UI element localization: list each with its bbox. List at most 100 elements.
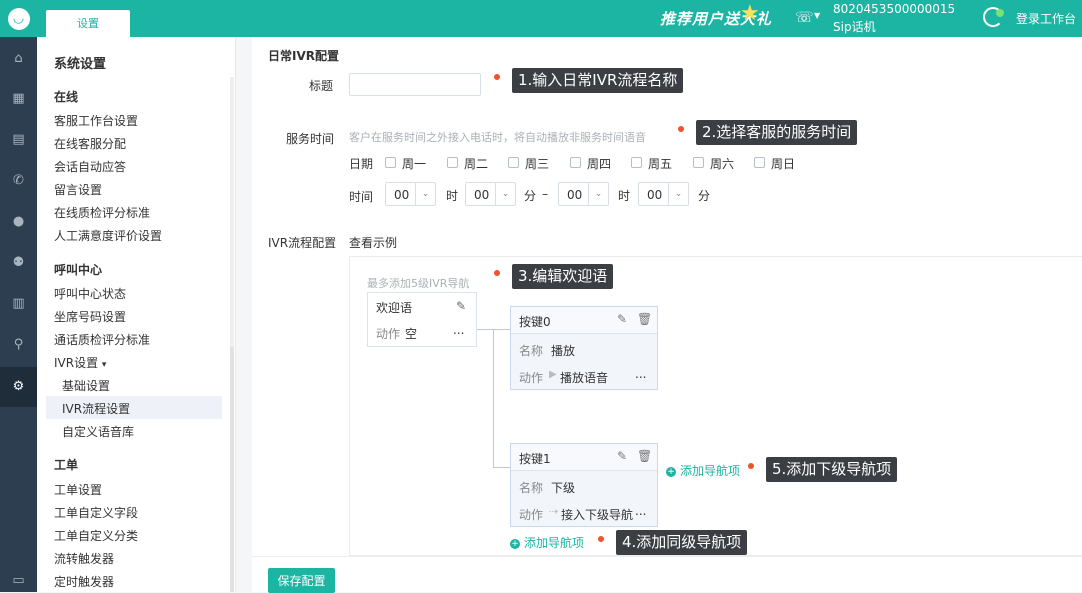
sidebar-item-call-qa[interactable]: 通话质检评分标准 — [54, 331, 150, 348]
more-icon[interactable]: ... — [453, 323, 464, 337]
annotation-3: 3.编辑欢迎语 — [512, 264, 614, 289]
sidebar-item-timer-trigger[interactable]: 定时触发器 — [54, 573, 114, 590]
phone-icon[interactable]: ☏ — [795, 8, 814, 26]
annotation-dot — [494, 74, 500, 80]
sidebar-title: 系统设置 — [54, 57, 107, 72]
key-name-value: 下级 — [551, 481, 576, 495]
key-card-0[interactable]: 按键0 ✎ 🗑 名称 播放 动作 ▶ 播放语音 ... — [510, 306, 658, 390]
section-title: 日常IVR配置 — [268, 49, 339, 63]
range-dash: – — [542, 187, 548, 201]
chart-icon[interactable]: ▥ — [0, 293, 37, 315]
sidebar-group-ticket: 工单 — [54, 458, 79, 472]
minute-unit: 分 — [524, 189, 537, 203]
sip-number: 8020453500000015 — [833, 2, 956, 16]
sidebar-item-ticket-category[interactable]: 工单自定义分类 — [54, 527, 138, 544]
sidebar-item-ivr-basic[interactable]: 基础设置 — [62, 377, 110, 394]
annotation-dot — [748, 463, 754, 469]
annotation-5: 5.添加下级导航项 — [766, 457, 898, 482]
sidebar-item-online-assign[interactable]: 在线客服分配 — [54, 135, 126, 152]
welcome-card[interactable]: 欢迎语 ✎ 动作 空 ... — [367, 292, 477, 347]
start-minute-select[interactable]: 00 ⌄ — [465, 182, 516, 206]
more-icon[interactable]: ... — [635, 367, 646, 381]
save-config-button[interactable]: 保存配置 — [268, 568, 335, 593]
checkbox-thu[interactable] — [570, 157, 581, 168]
time-label: 时间 — [349, 190, 374, 204]
sidebar-item-ticket-fields[interactable]: 工单自定义字段 — [54, 504, 138, 521]
gear-icon[interactable]: ⚙ — [0, 367, 37, 407]
sidebar-item-online-qa[interactable]: 在线质检评分标准 — [54, 204, 150, 221]
phone-icon[interactable]: ✆ — [0, 170, 37, 192]
online-status-dot — [996, 9, 1004, 17]
checkbox-sun[interactable] — [754, 157, 765, 168]
top-bar: ◡ 设置 推荐用户送大礼 ★ ☏ ▼ 8020453500000015 Sip话… — [0, 0, 1082, 37]
chat-icon[interactable]: ▭ — [0, 570, 37, 592]
add-child-nav-label: 添加导航项 — [680, 464, 741, 478]
end-hour-select[interactable]: 00 ⌄ — [558, 182, 609, 206]
edit-icon[interactable]: ✎ — [617, 312, 627, 326]
connector-line — [493, 329, 494, 468]
sidebar-item-ivr[interactable]: IVR设置 ▾ — [54, 354, 106, 371]
welcome-action-label: 动作 — [376, 327, 401, 341]
title-input[interactable] — [349, 73, 481, 96]
book-icon[interactable]: ▤ — [0, 129, 37, 151]
sidebar-item-seat-number[interactable]: 坐席号码设置 — [54, 308, 126, 325]
checkbox-sat[interactable] — [693, 157, 704, 168]
end-minute-select[interactable]: 00 ⌄ — [638, 182, 689, 206]
checkbox-fri[interactable] — [631, 157, 642, 168]
checkbox-mon[interactable] — [385, 157, 396, 168]
checkbox-wed[interactable] — [508, 157, 519, 168]
sidebar-item-voice-library[interactable]: 自定义语音库 — [62, 423, 134, 440]
more-icon[interactable]: ... — [635, 504, 646, 518]
weekday-fri: 周五 — [648, 157, 673, 171]
sip-label: Sip话机 — [833, 20, 876, 34]
trash-icon[interactable]: 🗑 — [637, 449, 652, 463]
edit-icon[interactable]: ✎ — [617, 449, 627, 463]
login-workbench-button[interactable]: 登录工作台 — [1016, 10, 1076, 27]
play-icon: ▶ — [549, 369, 557, 380]
sidebar-scrollbar[interactable] — [230, 77, 234, 592]
edit-icon[interactable]: ✎ — [456, 299, 466, 313]
tab-settings[interactable]: 设置 — [46, 10, 130, 37]
sidebar-item-ticket-settings[interactable]: 工单设置 — [54, 481, 102, 498]
end-hour-value: 00 — [567, 188, 583, 202]
sidebar-item-auto-reply[interactable]: 会话自动应答 — [54, 158, 126, 175]
add-sibling-nav-button[interactable]: + 添加导航项 — [510, 534, 584, 551]
sidebar-item-callcenter-status[interactable]: 呼叫中心状态 — [54, 285, 126, 302]
sidebar-item-ivr-flow[interactable]: IVR流程设置 — [62, 400, 130, 417]
sidebar-item-workbench[interactable]: 客服工作台设置 — [54, 112, 138, 129]
weekday-wed: 周三 — [525, 157, 550, 171]
date-label: 日期 — [349, 157, 374, 171]
chevron-down-icon: ▾ — [101, 360, 107, 370]
hour-unit: 时 — [446, 189, 459, 203]
home-icon[interactable]: ⌂ — [0, 48, 37, 70]
view-example-link[interactable]: 查看示例 — [349, 234, 397, 251]
users-icon[interactable]: ⚉ — [0, 252, 37, 274]
tooth-icon: ◡ — [7, 7, 30, 30]
start-hour-value: 00 — [394, 188, 410, 202]
icon-nav: ⌂ ▦ ▤ ✆ ● ⚉ ▥ ⚲ ⚙ ▭ — [0, 37, 37, 592]
start-hour-select[interactable]: 00 ⌄ — [385, 182, 436, 206]
key-card-1[interactable]: 按键1 ✎ 🗑 名称 下级 动作 ⇢ 接入下级导航 ... — [510, 443, 658, 527]
key-action-value: 接入下级导航 — [561, 508, 634, 522]
sidebar-item-flow-trigger[interactable]: 流转触发器 — [54, 550, 114, 567]
service-time-label: 服务时间 — [286, 132, 335, 146]
chevron-down-icon[interactable]: ▼ — [814, 11, 820, 20]
annotation-2: 2.选择客服的服务时间 — [696, 120, 858, 145]
annotation-dot — [494, 270, 500, 276]
grid-icon[interactable]: ▦ — [0, 88, 37, 110]
add-sibling-nav-label: 添加导航项 — [524, 536, 585, 550]
trash-icon[interactable]: 🗑 — [637, 312, 652, 326]
ivr-flow-label: IVR流程配置 — [268, 236, 337, 250]
search-icon[interactable]: ⚲ — [0, 334, 37, 356]
annotation-dot — [598, 536, 604, 542]
chevron-down-icon: ⌄ — [495, 183, 515, 205]
key-name-label: 名称 — [519, 344, 544, 358]
sidebar-item-satisfaction[interactable]: 人工满意度评价设置 — [54, 227, 162, 244]
checkbox-tue[interactable] — [447, 157, 458, 168]
sidebar-item-message[interactable]: 留言设置 — [54, 181, 102, 198]
scrollbar-thumb[interactable] — [230, 347, 234, 592]
user-icon[interactable]: ● — [0, 211, 37, 233]
welcome-title: 欢迎语 — [376, 301, 413, 315]
weekday-sun: 周日 — [771, 157, 796, 171]
add-child-nav-button[interactable]: + 添加导航项 — [666, 462, 740, 479]
